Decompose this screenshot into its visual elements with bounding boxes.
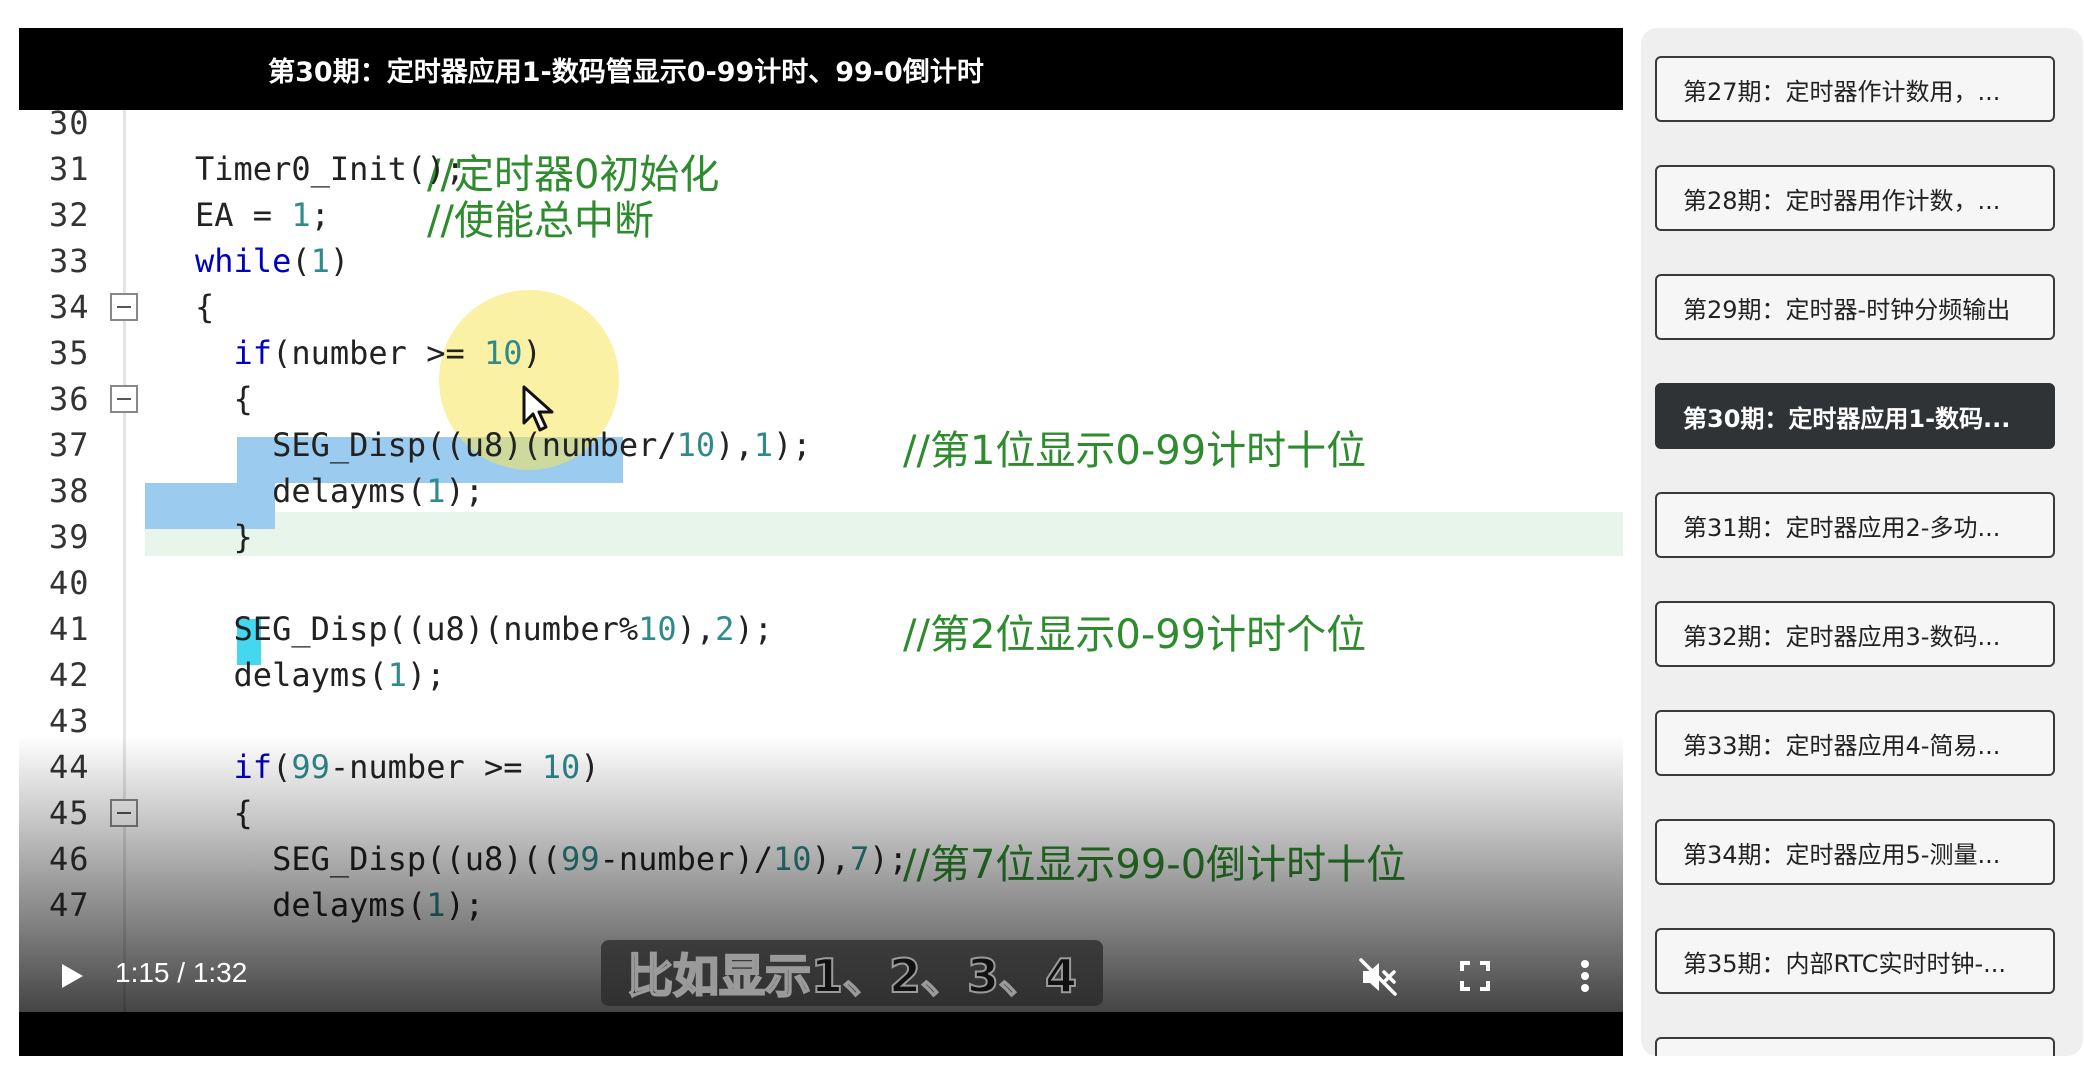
- video-title: 第30期：定时器应用1-数码管显示0-99计时、99-0倒计时: [268, 56, 984, 88]
- line-number: 43: [49, 702, 90, 740]
- code-token: (number >=: [272, 334, 484, 372]
- code-text: SEG_Disp((u8)(number%10),2);: [195, 610, 773, 648]
- code-line: 40: [19, 560, 1623, 606]
- code-token: delayms(: [195, 472, 427, 510]
- code-token: {: [195, 380, 253, 418]
- line-number: 34: [49, 288, 90, 326]
- code-text: SEG_Disp((u8)(number/10),1);: [195, 426, 812, 464]
- code-token: 1: [753, 426, 773, 464]
- player-bottom-bar: [19, 1012, 1623, 1056]
- play-icon[interactable]: [53, 958, 89, 994]
- code-token: Timer0_Init();: [195, 150, 465, 188]
- code-text: {: [195, 288, 214, 326]
- code-token: );: [772, 426, 812, 464]
- code-text: EA = 1;: [195, 196, 330, 234]
- code-token: ): [329, 242, 350, 280]
- code-line: 30: [19, 110, 1623, 146]
- code-line: 38 delayms(1);: [19, 468, 1623, 514]
- video-player[interactable]: 第30期：定时器应用1-数码管显示0-99计时、99-0倒计时 30 31//定时…: [19, 28, 1623, 1056]
- code-line: 41//第2位显示0-99计时个位 SEG_Disp((u8)(number%1…: [19, 606, 1623, 658]
- code-text: {: [195, 380, 253, 418]
- fold-collapse-icon: [110, 385, 138, 413]
- code-text: Timer0_Init();: [195, 150, 465, 188]
- subtitle-caption: 比如显示1、2、3、4: [601, 940, 1104, 1006]
- code-token: );: [406, 656, 446, 694]
- code-token: ;: [310, 196, 330, 234]
- line-number: 40: [49, 564, 90, 602]
- code-token: EA =: [195, 196, 292, 234]
- code-token: SEG_Disp((u8)(number%: [195, 610, 639, 648]
- code-line: 37//第1位显示0-99计时十位 SEG_Disp((u8)(number/1…: [19, 422, 1623, 474]
- code-token: 1: [387, 656, 407, 694]
- fullscreen-icon[interactable]: [1459, 960, 1491, 992]
- code-token: }: [195, 518, 253, 556]
- code-line: 42 delayms(1);: [19, 652, 1623, 698]
- code-line: 39 }: [19, 514, 1623, 560]
- more-vertical-icon[interactable]: [1565, 956, 1605, 996]
- line-number: 33: [49, 242, 90, 280]
- playlist-item[interactable]: 第32期：定时器应用3-数码...: [1655, 601, 2055, 667]
- code-text: delayms(1);: [195, 472, 484, 510]
- code-token: 1: [426, 472, 446, 510]
- code-token: ),: [676, 610, 716, 648]
- code-line: 34 {: [19, 284, 1623, 330]
- code-text: while(1): [195, 242, 349, 280]
- code-line: 35 if(number >= 10): [19, 330, 1623, 376]
- episode-playlist: 第27期：定时器作计数用，... 第28期：定时器用作计数，... 第29期：定时器…: [1641, 28, 2083, 1056]
- volume-muted-icon[interactable]: [1357, 956, 1399, 998]
- code-token: delayms(: [195, 656, 388, 694]
- code-token: SEG_Disp((u8)(number/: [195, 426, 677, 464]
- code-token: 1: [291, 196, 311, 234]
- playlist-item[interactable]: 第33期：定时器应用4-简易...: [1655, 710, 2055, 776]
- code-text: delayms(1);: [195, 656, 446, 694]
- line-number: 38: [49, 472, 90, 510]
- code-token: ),: [715, 426, 754, 464]
- playlist-item[interactable]: [1655, 1037, 2055, 1056]
- code-token: 2: [715, 610, 735, 648]
- code-token: (: [291, 242, 311, 280]
- line-number: 36: [49, 380, 90, 418]
- playlist-item[interactable]: 第31期：定时器应用2-多功...: [1655, 492, 2055, 558]
- code-token: );: [445, 472, 484, 510]
- code-token: 10: [638, 610, 677, 648]
- code-token: 10: [483, 334, 523, 372]
- line-number: 41: [49, 610, 90, 648]
- playlist-item[interactable]: 第30期：定时器应用1-数码...: [1655, 383, 2055, 449]
- code-line: 36 {: [19, 376, 1623, 422]
- code-line: 33 while(1): [19, 238, 1623, 284]
- line-number: 30: [49, 110, 90, 142]
- line-number: 35: [49, 334, 90, 372]
- line-number: 31: [49, 150, 90, 188]
- playlist-item[interactable]: 第29期：定时器-时钟分频输出: [1655, 274, 2055, 340]
- code-token: );: [734, 610, 773, 648]
- code-line: 31//定时器0初始化 Timer0_Init();: [19, 146, 1623, 198]
- line-number: 39: [49, 518, 90, 556]
- playlist-item[interactable]: 第27期：定时器作计数用，...: [1655, 56, 2055, 122]
- code-token: 1: [310, 242, 330, 280]
- fold-collapse-icon: [110, 293, 138, 321]
- code-line: 32//使能总中断 EA = 1;: [19, 192, 1623, 244]
- code-token: {: [195, 288, 215, 326]
- code-token: 10: [676, 426, 716, 464]
- time-display: 1:15 / 1:32: [115, 957, 248, 988]
- code-token: while: [195, 242, 292, 280]
- line-number: 37: [49, 426, 90, 464]
- code-text: if(number >= 10): [195, 334, 542, 372]
- mouse-cursor-icon: [522, 385, 554, 432]
- code-text: }: [195, 518, 253, 556]
- line-number: 42: [49, 656, 90, 694]
- playlist-item[interactable]: 第28期：定时器用作计数，...: [1655, 165, 2055, 231]
- playlist-item[interactable]: 第35期：内部RTC实时时钟-...: [1655, 928, 2055, 994]
- playlist-item[interactable]: 第34期：定时器应用5-测量...: [1655, 819, 2055, 885]
- video-title-bar: 第30期：定时器应用1-数码管显示0-99计时、99-0倒计时: [19, 28, 1623, 110]
- code-token: ): [522, 334, 542, 372]
- code-token: if: [195, 334, 273, 372]
- line-number: 32: [49, 196, 90, 234]
